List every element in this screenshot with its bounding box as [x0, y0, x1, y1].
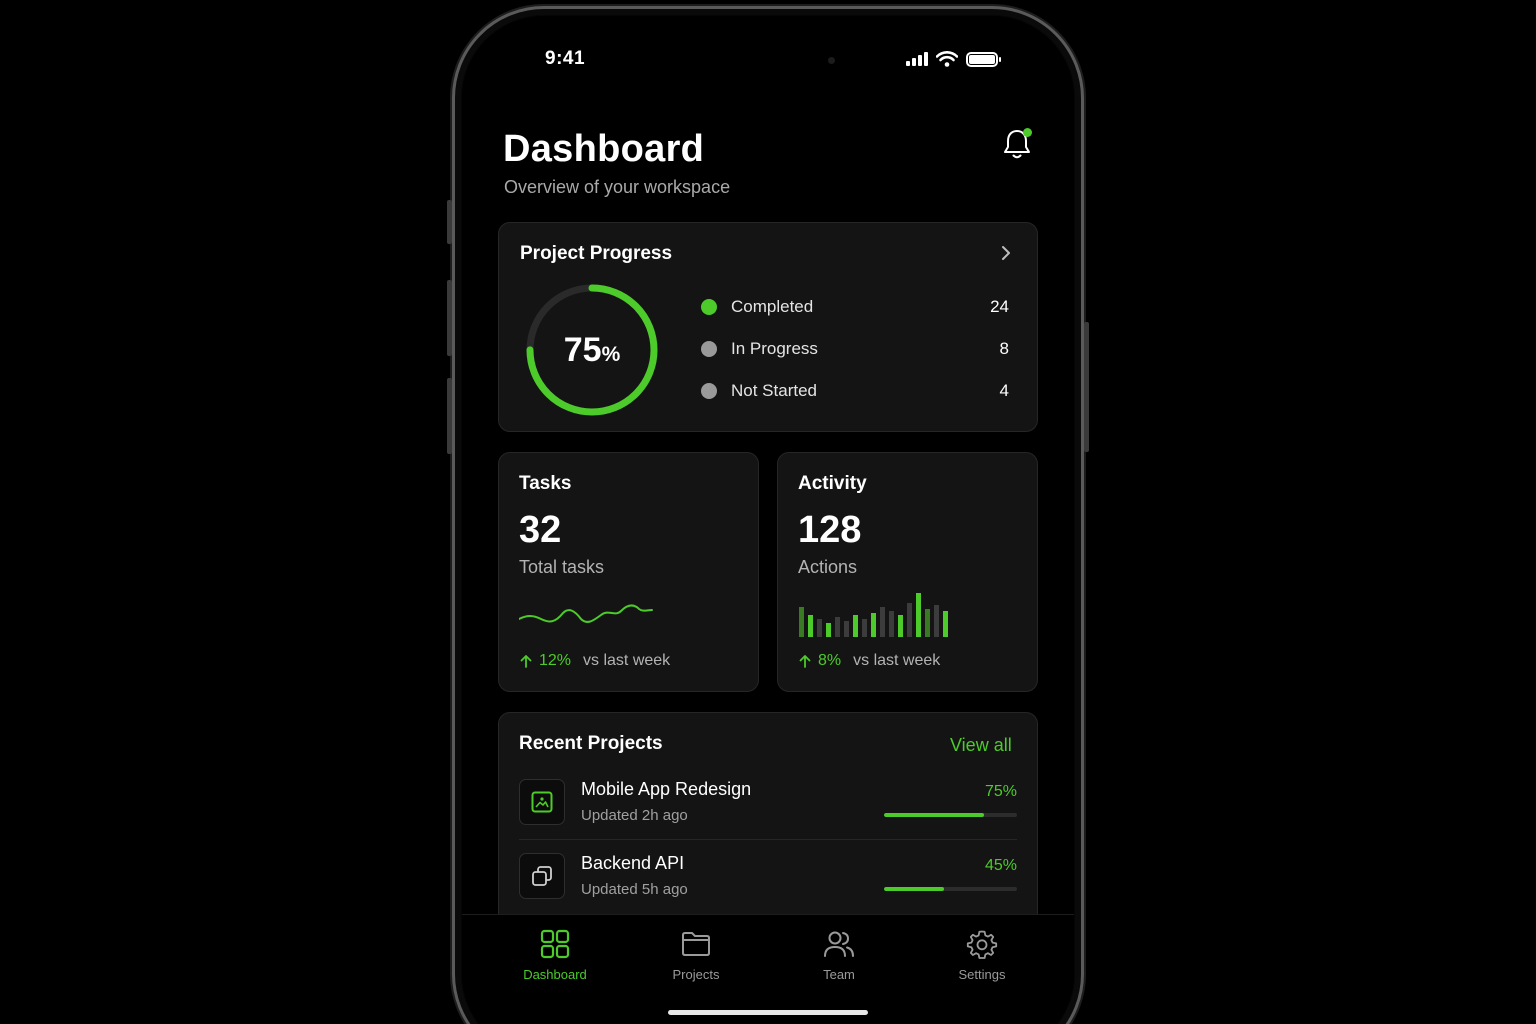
- project-progress-card[interactable]: Project Progress 75% Completed 24 In Pro…: [498, 222, 1038, 432]
- side-button: [447, 280, 452, 356]
- status-dot: [701, 383, 717, 399]
- activity-trend: 8% vs last week: [798, 652, 940, 670]
- progress-percent: 75%: [563, 330, 621, 369]
- activity-bar: [799, 607, 804, 637]
- activity-bar-chart: [799, 593, 948, 637]
- activity-bar: [934, 605, 939, 637]
- project-updated: Updated 2h ago: [581, 807, 688, 824]
- tab-settings[interactable]: Settings: [927, 929, 1037, 982]
- gear-icon: [966, 930, 998, 959]
- divider: [519, 839, 1017, 840]
- project-progress-bar: [884, 813, 984, 817]
- activity-bar: [907, 603, 912, 637]
- legend-completed: Completed 24: [701, 295, 1009, 319]
- project-progress-track: [884, 887, 1017, 891]
- status-icons: [906, 51, 1001, 67]
- activity-bar: [916, 593, 921, 637]
- users-icon: [824, 931, 854, 957]
- status-dot: [701, 341, 717, 357]
- project-name: Backend API: [581, 853, 685, 873]
- tab-bar: Dashboard Projects Team Settings: [462, 914, 1074, 1024]
- side-button: [1084, 322, 1089, 452]
- project-updated: Updated 5h ago: [581, 881, 688, 898]
- tasks-count: 32: [519, 509, 562, 551]
- page-subtitle: Overview of your workspace: [504, 177, 731, 197]
- legend-not-started: Not Started 4: [701, 379, 1009, 403]
- side-button: [447, 200, 452, 244]
- activity-bar: [817, 619, 822, 637]
- camera-dot: [828, 57, 835, 64]
- side-button: [447, 378, 452, 454]
- card-title: Tasks: [519, 473, 572, 494]
- tasks-card[interactable]: Tasks 32 Total tasks 12% vs last week: [498, 452, 759, 692]
- status-time: 9:41: [545, 48, 586, 69]
- card-title: Recent Projects: [519, 733, 663, 754]
- project-item[interactable]: Backend API Updated 5h ago 45%: [519, 853, 1017, 903]
- activity-bar: [862, 619, 867, 637]
- activity-bar: [925, 609, 930, 637]
- tab-team[interactable]: Team: [784, 929, 894, 982]
- phone-screen: 9:41 Dashboard Overview of your workspac…: [462, 16, 1074, 1024]
- tasks-trend: 12% vs last week: [519, 652, 670, 670]
- view-all-link[interactable]: View all: [950, 735, 1012, 756]
- image-icon: [531, 791, 553, 813]
- notification-dot: [1023, 128, 1032, 137]
- activity-bar: [889, 611, 894, 637]
- folder-icon: [682, 932, 710, 956]
- activity-bar: [844, 621, 849, 637]
- activity-bar: [943, 611, 948, 637]
- project-progress-track: [884, 813, 1017, 817]
- activity-bar: [880, 607, 885, 637]
- chevron-right-icon[interactable]: [999, 243, 1013, 263]
- card-title: Activity: [798, 473, 867, 494]
- tab-projects[interactable]: Projects: [641, 929, 751, 982]
- activity-bar: [808, 615, 813, 637]
- battery-icon: [966, 51, 1001, 67]
- activity-bar: [853, 615, 858, 637]
- project-icon-box: [519, 853, 565, 899]
- activity-bar: [898, 615, 903, 637]
- tasks-subtitle: Total tasks: [519, 557, 605, 577]
- activity-subtitle: Actions: [798, 557, 858, 577]
- arrow-up-icon: [799, 655, 811, 668]
- arrow-up-icon: [520, 655, 532, 668]
- card-title: Project Progress: [520, 243, 673, 264]
- activity-bar: [835, 617, 840, 637]
- activity-bar: [871, 613, 876, 637]
- grid-icon: [540, 929, 570, 959]
- status-dot: [701, 299, 717, 315]
- legend-in-progress: In Progress 8: [701, 337, 1009, 361]
- project-percent: 75%: [984, 783, 1017, 800]
- project-name: Mobile App Redesign: [581, 779, 752, 799]
- page-title: Dashboard: [503, 128, 705, 170]
- project-icon-box: [519, 779, 565, 825]
- project-progress-bar: [884, 887, 944, 891]
- tasks-sparkline: [519, 604, 653, 623]
- home-indicator: [668, 1010, 868, 1015]
- copy-icon: [532, 866, 552, 886]
- activity-card[interactable]: Activity 128 Actions 8% vs last week: [777, 452, 1038, 692]
- activity-bar: [826, 623, 831, 637]
- wifi-icon: [936, 51, 958, 67]
- signal-icon: [906, 52, 928, 66]
- activity-count: 128: [798, 509, 862, 551]
- project-item[interactable]: Mobile App Redesign Updated 2h ago 75%: [519, 779, 1017, 829]
- tab-dashboard[interactable]: Dashboard: [500, 929, 610, 982]
- project-percent: 45%: [984, 857, 1017, 874]
